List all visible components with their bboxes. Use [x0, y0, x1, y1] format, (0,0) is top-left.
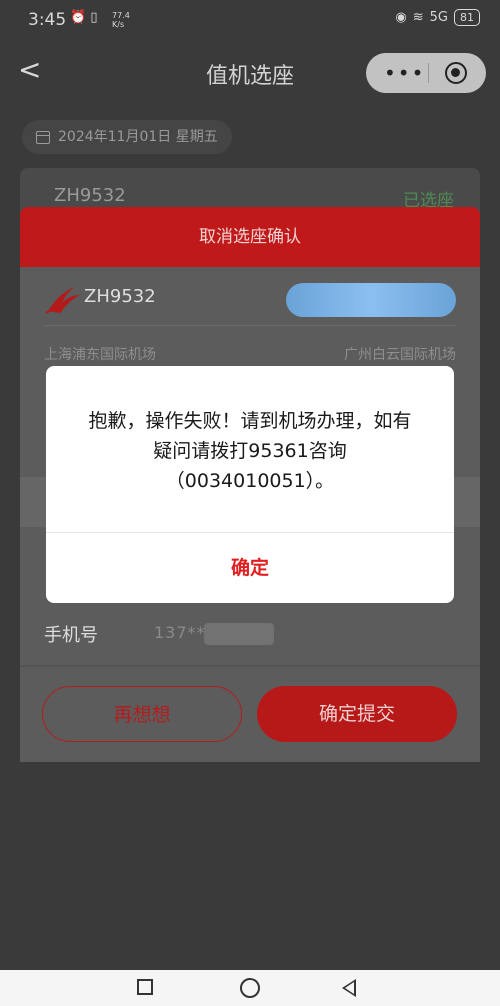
status-bar: 3:45 ⏰ ▯ 77.4 K/s ◉ ≋ 5G 81 — [0, 0, 500, 44]
airline-logo-icon — [45, 287, 80, 314]
background-flight-number: ZH9532 — [54, 185, 126, 206]
alert-message: 抱歉，操作失败！请到机场办理，如有疑问请拨打95361咨询（0034010051… — [88, 410, 412, 492]
phone-value: 137** — [154, 623, 206, 642]
airport-row: 上海浦东国际机场 广州白云国际机场 — [44, 344, 456, 364]
sheet-title: 取消选座确认 — [20, 207, 480, 267]
arrival-airport: 广州白云国际机场 — [344, 347, 456, 363]
divider — [20, 665, 480, 667]
rethink-button[interactable]: 再想想 — [42, 686, 242, 742]
status-time: 3:45 — [28, 10, 67, 30]
capsule-divider — [428, 63, 429, 83]
system-nav-bar — [0, 970, 500, 1006]
phone-redaction — [204, 623, 274, 645]
system-icons: ◉ ≋ 5G 81 — [395, 9, 480, 26]
recent-apps-icon[interactable] — [137, 979, 153, 995]
flight-row: ZH9532 — [44, 277, 456, 326]
battery-icon: 81 — [454, 9, 480, 26]
redacted-passenger-name — [286, 283, 456, 317]
close-miniprogram-icon[interactable] — [445, 62, 467, 84]
back-triangle-icon[interactable] — [342, 979, 356, 997]
confirm-submit-button[interactable]: 确定提交 — [257, 686, 457, 742]
alert-ok-button[interactable]: 确定 — [46, 533, 454, 603]
notification-icons: ⏰ ▯ — [70, 10, 98, 25]
phone-row: 手机号 137** — [44, 615, 456, 655]
net-speed-value: 77.4 — [112, 11, 130, 20]
wifi-icon: ≋ — [412, 10, 424, 25]
calendar-icon — [36, 130, 50, 144]
net-speed-unit: K/s — [112, 20, 125, 29]
home-icon[interactable] — [240, 978, 260, 998]
hotspot-icon: ◉ — [395, 10, 407, 25]
network-label: 5G — [429, 10, 448, 25]
net-speed: 77.4 K/s — [112, 11, 130, 29]
flight-number: ZH9532 — [84, 286, 156, 307]
departure-airport: 上海浦东国际机场 — [44, 347, 156, 363]
phone-label: 手机号 — [44, 625, 98, 646]
miniprogram-capsule: ••• — [366, 53, 486, 93]
error-alert-dialog: 抱歉，操作失败！请到机场办理，如有疑问请拨打95361咨询（0034010051… — [46, 366, 454, 603]
date-chip[interactable]: 2024年11月01日 星期五 — [22, 120, 232, 154]
more-menu-button[interactable]: ••• — [384, 61, 425, 85]
nav-bar: < 值机选座 ••• — [0, 44, 500, 100]
date-text: 2024年11月01日 星期五 — [58, 129, 218, 145]
